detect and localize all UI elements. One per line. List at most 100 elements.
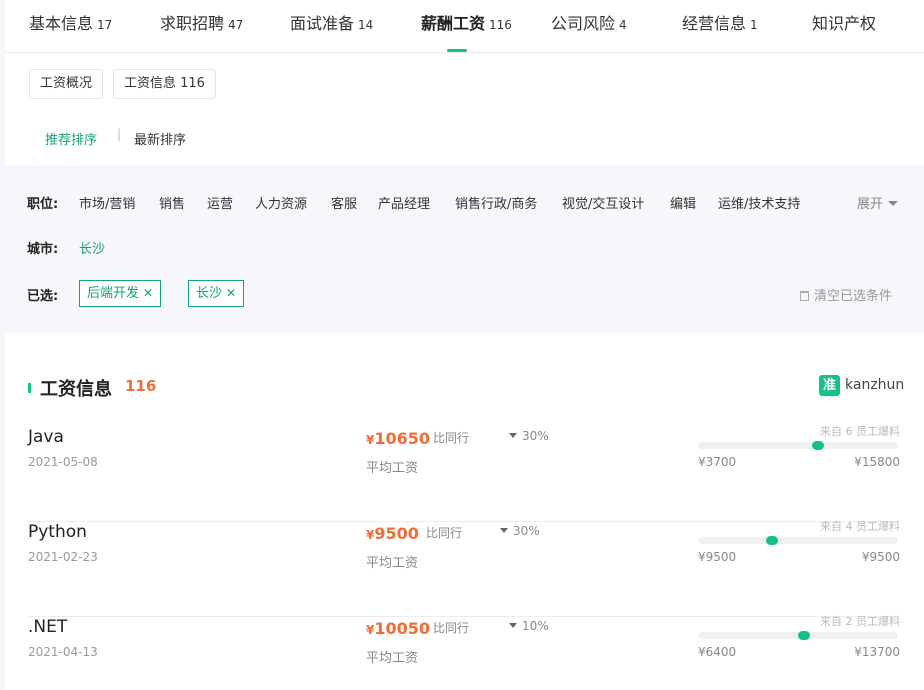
close-icon[interactable]: ✕	[143, 286, 153, 300]
source-count: 来自 4 员工爆料	[820, 520, 900, 533]
active-tab-indicator	[447, 49, 467, 52]
compare-label: 比同行	[426, 526, 463, 540]
city-label: 城市:	[27, 242, 59, 257]
section-count: 116	[125, 377, 157, 395]
position-option[interactable]: 产品经理	[378, 193, 430, 212]
pct-value: 10%	[522, 619, 549, 633]
tab-count: 47	[228, 18, 244, 32]
salary-position-marker	[766, 536, 778, 545]
job-title: .NET	[28, 617, 68, 637]
expand-button[interactable]: 展开	[857, 193, 899, 212]
arrow-down-icon	[509, 623, 517, 628]
position-option[interactable]: 编辑	[670, 193, 696, 212]
clear-filters-button[interactable]: 清空已选条件	[800, 285, 892, 304]
tab-label: 知识产权	[812, 14, 877, 33]
avg-salary: ¥10050	[366, 619, 430, 638]
position-option[interactable]: 运维/技术支持	[718, 193, 800, 212]
avg-label: 平均工资	[366, 651, 419, 666]
tab-label: 基本信息	[29, 14, 94, 33]
subtab-salary-info[interactable]: 工资信息 116	[113, 69, 216, 99]
salary-list: 工资信息 116 准 kanzhun Java 2021-05-08 ¥1065…	[5, 333, 924, 690]
salary-position-marker	[798, 631, 810, 640]
sort-latest[interactable]: 最新排序	[134, 129, 186, 148]
range-min: ¥9500	[698, 550, 737, 564]
range-max: ¥13700	[854, 645, 900, 659]
salary-position-marker	[812, 441, 824, 450]
range-min: ¥3700	[698, 455, 737, 469]
subtab-overview[interactable]: 工资概况	[29, 69, 104, 99]
salary-row[interactable]: Python 2021-02-23 ¥9500 比同行 30% 平均工资 来自 …	[28, 520, 900, 617]
tab-business[interactable]: 经营信息 1	[682, 10, 758, 34]
sort-separator: |	[117, 127, 122, 141]
tab-basic-info[interactable]: 基本信息 17	[29, 10, 112, 34]
salary-row[interactable]: Java 2021-05-08 ¥10650 比同行 30% 平均工资 来自 6…	[28, 425, 900, 522]
subnav: 工资概况 工资信息 116 推荐排序 | 最新排序	[5, 53, 924, 165]
kanzhun-logo-text: kanzhun	[845, 377, 905, 393]
tab-count: 1	[750, 18, 758, 32]
tab-salary[interactable]: 薪酬工资 116	[421, 10, 512, 34]
caret-down-icon	[888, 201, 899, 206]
city-option[interactable]: 长沙	[79, 238, 105, 257]
tab-label: 面试准备	[290, 14, 355, 33]
clear-label: 清空已选条件	[814, 289, 893, 304]
position-option[interactable]: 人力资源	[255, 193, 307, 212]
tab-count: 14	[358, 18, 374, 32]
section-title: 工资信息	[40, 379, 112, 400]
position-option[interactable]: 运营	[207, 193, 233, 212]
compare-label: 比同行	[433, 621, 470, 635]
avg-salary: ¥9500	[366, 524, 419, 543]
tab-count: 17	[97, 18, 113, 32]
range-min: ¥6400	[698, 645, 737, 659]
source-count: 来自 2 员工爆料	[820, 615, 900, 628]
tag-label: 长沙	[196, 286, 223, 301]
position-option[interactable]: 客服	[331, 193, 357, 212]
pct-value: 30%	[522, 429, 549, 443]
selected-tag-backend[interactable]: 后端开发 ✕	[79, 280, 162, 307]
close-icon[interactable]: ✕	[226, 286, 236, 300]
expand-label: 展开	[857, 197, 884, 212]
trash-icon	[800, 291, 809, 301]
pct-value: 30%	[513, 524, 540, 538]
tab-ip[interactable]: 知识产权	[812, 10, 880, 34]
range-max: ¥15800	[854, 455, 900, 469]
source-count: 来自 6 员工爆料	[820, 425, 900, 438]
compare-pct: 10%	[509, 619, 549, 633]
filter-panel: 职位: 市场/营销 销售 运营 人力资源 客服 产品经理 销售行政/商务 视觉/…	[5, 165, 924, 333]
position-label: 职位:	[27, 197, 59, 212]
job-title: Python	[28, 522, 87, 542]
tab-jobs[interactable]: 求职招聘 47	[160, 10, 243, 34]
compare-label: 比同行	[433, 431, 470, 445]
salary-range-bar	[698, 441, 898, 450]
position-option[interactable]: 销售行政/商务	[455, 193, 537, 212]
salary-range-bar	[698, 536, 898, 545]
position-option[interactable]: 视觉/交互设计	[562, 193, 644, 212]
tab-count: 116	[489, 18, 512, 32]
avg-label: 平均工资	[366, 556, 419, 571]
post-date: 2021-02-23	[28, 550, 98, 564]
salary-range-bar	[698, 631, 898, 640]
sort-recommended[interactable]: 推荐排序	[45, 129, 97, 148]
position-option[interactable]: 市场/营销	[79, 193, 135, 212]
tab-label: 求职招聘	[160, 14, 225, 33]
section-marker	[28, 383, 31, 393]
post-date: 2021-05-08	[28, 455, 98, 469]
compare-pct: 30%	[509, 429, 549, 443]
avg-label: 平均工资	[366, 461, 419, 476]
avg-value: 9500	[374, 524, 419, 543]
kanzhun-logo-icon: 准	[819, 375, 840, 396]
tab-risk[interactable]: 公司风险 4	[551, 10, 627, 34]
avg-value: 10050	[374, 619, 431, 638]
position-option[interactable]: 销售	[159, 193, 185, 212]
tab-label: 薪酬工资	[421, 14, 486, 33]
post-date: 2021-04-13	[28, 645, 98, 659]
salary-row[interactable]: .NET 2021-04-13 ¥10050 比同行 10% 平均工资 来自 2…	[28, 615, 900, 690]
tab-bar: 基本信息 17 求职招聘 47 面试准备 14 薪酬工资 116 公司风险 4 经营信息 1…	[5, 0, 924, 53]
tab-label: 经营信息	[682, 14, 747, 33]
job-title: Java	[28, 427, 64, 447]
avg-value: 10650	[374, 429, 431, 448]
compare-pct: 30%	[500, 524, 540, 538]
tab-interview[interactable]: 面试准备 14	[290, 10, 373, 34]
selected-tag-city[interactable]: 长沙 ✕	[188, 280, 245, 307]
avg-salary: ¥10650	[366, 429, 430, 448]
tab-count: 4	[619, 18, 627, 32]
